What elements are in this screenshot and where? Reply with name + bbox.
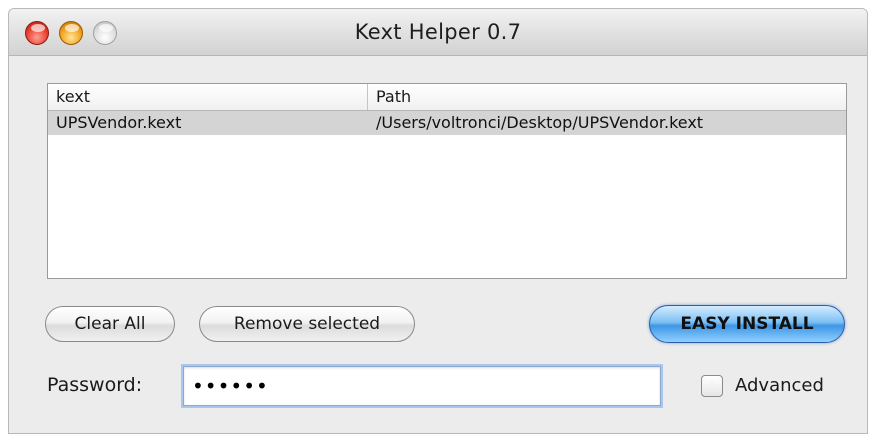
kext-table[interactable]: kext Path UPSVendor.kext /Users/voltronc… <box>47 83 847 279</box>
column-header-path[interactable]: Path <box>368 84 846 110</box>
password-label: Password: <box>47 374 143 396</box>
easy-install-button[interactable]: EASY INSTALL <box>649 305 845 343</box>
cell-path: /Users/voltronci/Desktop/UPSVendor.kext <box>376 113 704 132</box>
title-bar[interactable]: Kext Helper 0.7 <box>9 9 867 56</box>
cell-kext: UPSVendor.kext <box>56 113 182 132</box>
advanced-checkbox-label[interactable]: Advanced <box>735 375 824 396</box>
password-field[interactable] <box>183 366 661 406</box>
window-title: Kext Helper 0.7 <box>354 20 522 44</box>
column-header-kext[interactable]: kext <box>48 84 368 110</box>
clear-all-button[interactable]: Clear All <box>45 306 175 342</box>
table-header: kext Path <box>48 84 846 111</box>
app-window: Kext Helper 0.7 kext Path UPSVendor.kext… <box>8 8 868 434</box>
advanced-checkbox[interactable] <box>701 375 723 397</box>
table-row[interactable]: UPSVendor.kext /Users/voltronci/Desktop/… <box>48 111 846 135</box>
remove-selected-button[interactable]: Remove selected <box>199 306 415 342</box>
